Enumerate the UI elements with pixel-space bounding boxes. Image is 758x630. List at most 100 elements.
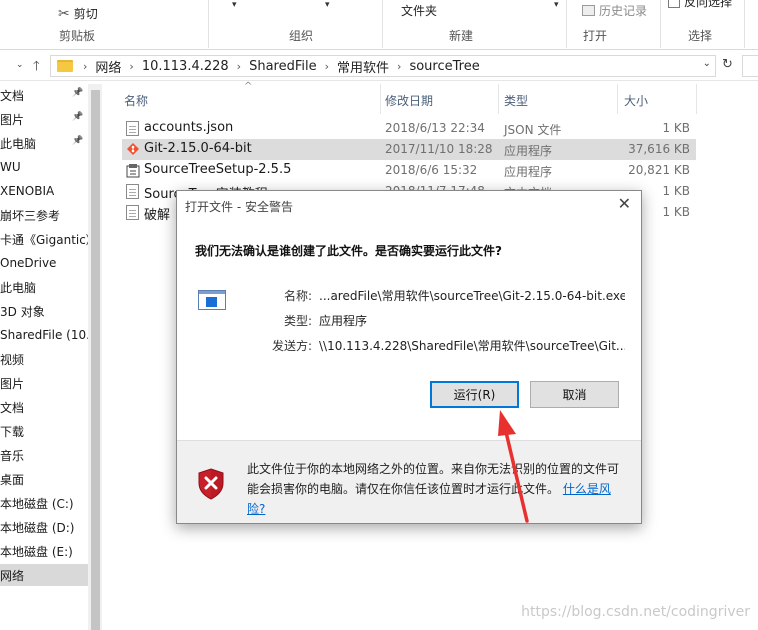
sidebar-item-label: 文档	[0, 400, 25, 415]
file-row[interactable]: SourceTreeSetup-2.5.5 2018/6/6 15:32 应用程序 2…	[122, 160, 696, 181]
sidebar-item-label: 本地磁盘 (D:)	[0, 520, 75, 535]
chevron-down-icon[interactable]: ▾	[232, 0, 237, 10]
ribbon-separator	[660, 0, 661, 48]
sidebar-item[interactable]: 此电脑	[0, 276, 90, 298]
sidebar-item[interactable]: 文档 📌	[0, 84, 90, 106]
column-header-size[interactable]: 大小	[624, 92, 648, 109]
file-row[interactable]: accounts.json 2018/6/13 22:34 JSON 文件 1 KB	[122, 118, 696, 139]
sidebar-item-label: 本地磁盘 (C:)	[0, 496, 74, 511]
folder-icon	[57, 60, 73, 72]
sidebar-item[interactable]: OneDrive	[0, 252, 90, 274]
breadcrumb-common-software[interactable]: 常用软件	[337, 57, 389, 76]
chevron-right-icon[interactable]: ›	[83, 60, 87, 73]
sidebar-item[interactable]: WU	[0, 156, 90, 178]
column-divider[interactable]	[617, 84, 618, 114]
search-input[interactable]	[742, 55, 758, 77]
sidebar-scrollbar-thumb[interactable]	[91, 90, 100, 630]
column-header-date[interactable]: 修改日期	[385, 92, 433, 109]
history-button[interactable]: 历史记录	[582, 2, 647, 19]
column-header-type[interactable]: 类型	[504, 92, 528, 109]
file-row[interactable]: Git-2.15.0-64-bit 2017/11/10 18:28 应用程序 37,…	[122, 139, 696, 160]
sidebar-item-label: 崩坏三参考	[0, 208, 61, 223]
history-label: 历史记录	[599, 4, 648, 18]
sidebar-item[interactable]: 下载	[0, 420, 90, 442]
sidebar-item-label: 卡通《Gigantic》	[0, 232, 90, 247]
sidebar-item[interactable]: 文档	[0, 396, 90, 418]
sidebar-item[interactable]: 崩坏三参考	[0, 204, 90, 226]
watermark: https://blog.csdn.net/codingriver	[521, 604, 750, 620]
sidebar-item[interactable]: SharedFile (10.	[0, 324, 90, 346]
column-divider[interactable]	[380, 84, 381, 114]
file-size: 20,821 KB	[628, 163, 690, 177]
column-divider[interactable]	[498, 84, 499, 114]
chevron-down-icon[interactable]: ▾	[325, 0, 330, 10]
chevron-right-icon[interactable]: ›	[237, 60, 241, 73]
address-input[interactable]: › 网络 › 10.113.4.228 › SharedFile › 常用软件 …	[50, 55, 716, 77]
sidebar-item-label: 网络	[0, 568, 25, 583]
installer-icon	[126, 163, 140, 178]
breadcrumb-network[interactable]: 网络	[95, 57, 121, 76]
up-arrow-icon[interactable]: 🡑	[33, 57, 40, 79]
organize-group-label: 组织	[289, 29, 314, 43]
run-button[interactable]: 运行(R)	[430, 381, 519, 408]
sidebar-item[interactable]: 视频	[0, 348, 90, 370]
invert-selection-icon	[668, 0, 680, 8]
close-icon[interactable]: ✕	[618, 194, 631, 213]
ribbon-separator	[744, 0, 745, 48]
cut-label: 剪切	[73, 7, 98, 21]
from-label: 发送方:	[271, 339, 312, 353]
name-value: ...aredFile\常用软件\sourceTree\Git-2.15.0-6…	[319, 289, 625, 303]
sidebar-item[interactable]: 桌面	[0, 468, 90, 490]
sidebar-item[interactable]: 本地磁盘 (D:)	[0, 516, 90, 538]
address-bar-row: ⌄ 🡑 › 网络 › 10.113.4.228 › SharedFile › 常…	[0, 51, 758, 81]
sidebar-item[interactable]: 图片 📌	[0, 108, 90, 130]
sidebar-item-label: 此电脑	[0, 280, 37, 295]
sidebar-item[interactable]: 此电脑 📌	[0, 132, 90, 154]
breadcrumb-sharedfile[interactable]: SharedFile	[249, 59, 317, 74]
chevron-right-icon[interactable]: ›	[129, 60, 133, 73]
invert-selection-button[interactable]: 反向选择	[668, 0, 732, 10]
history-icon	[582, 5, 595, 16]
chevron-down-icon[interactable]: ⌄	[703, 58, 711, 69]
cancel-button[interactable]: 取消	[530, 381, 619, 408]
sidebar-item[interactable]: XENOBIA	[0, 180, 90, 202]
sidebar-item-label: 文档	[0, 88, 25, 103]
type-label: 类型:	[283, 314, 312, 328]
clipboard-group-label: 剪贴板	[59, 29, 96, 43]
sidebar-item[interactable]: 网络	[0, 564, 90, 586]
sidebar-item[interactable]: 音乐	[0, 444, 90, 466]
new-folder-button[interactable]: 文件夹	[401, 2, 437, 19]
shield-error-icon	[198, 468, 224, 500]
sidebar-item[interactable]: 图片	[0, 372, 90, 394]
select-group-label: 选择	[688, 29, 713, 43]
cut-button[interactable]: ✂ 剪切	[58, 5, 98, 22]
chevron-right-icon[interactable]: ›	[325, 60, 329, 73]
pin-icon[interactable]: 📌	[72, 88, 83, 98]
text-file-icon	[126, 205, 139, 220]
chevron-right-icon[interactable]: ›	[397, 60, 401, 73]
chevron-down-icon[interactable]: ▾	[554, 0, 559, 10]
sidebar-item-label: OneDrive	[0, 256, 57, 270]
sidebar-item-label: 音乐	[0, 448, 25, 463]
open-group-label: 打开	[583, 29, 608, 43]
chevron-down-icon[interactable]: ⌄	[16, 60, 24, 70]
sidebar-item-label: 视频	[0, 352, 25, 367]
file-type: 应用程序	[504, 165, 553, 179]
file-type: JSON 文件	[504, 123, 562, 137]
file-type: 应用程序	[504, 144, 553, 158]
file-size: 1 KB	[662, 121, 690, 135]
file-name: 破解	[144, 208, 171, 223]
sidebar-item-label: 图片	[0, 376, 25, 391]
pin-icon[interactable]: 📌	[72, 112, 83, 122]
column-divider[interactable]	[696, 84, 697, 114]
refresh-icon[interactable]: ↻	[722, 57, 736, 75]
column-header-name[interactable]: 名称	[124, 92, 148, 109]
sidebar-item[interactable]: 本地磁盘 (E:)	[0, 540, 90, 562]
dialog-title: 打开文件 - 安全警告	[185, 200, 293, 214]
sidebar-item[interactable]: 卡通《Gigantic》	[0, 228, 90, 250]
sidebar-item[interactable]: 3D 对象	[0, 300, 90, 322]
pin-icon[interactable]: 📌	[72, 136, 83, 146]
breadcrumb-sourcetree[interactable]: sourceTree	[409, 59, 479, 74]
breadcrumb-host[interactable]: 10.113.4.228	[142, 59, 229, 74]
sidebar-item[interactable]: 本地磁盘 (C:)	[0, 492, 90, 514]
